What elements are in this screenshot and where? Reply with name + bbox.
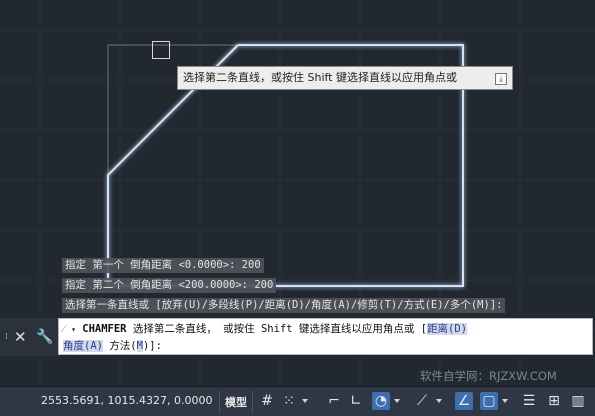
- close-icon[interactable]: ✕: [14, 328, 27, 346]
- grip-icon[interactable]: ⁞: [5, 332, 8, 342]
- osnap-icon[interactable]: ▢: [480, 392, 498, 410]
- dropdown-icon[interactable]: ▾: [71, 325, 76, 334]
- annotation-icon[interactable]: ⊞: [545, 392, 563, 410]
- command-prompt: 选择第二条直线， 或按住 Shift 键选择直线以应用角点或 [: [132, 323, 428, 335]
- expand-arrow-icon[interactable]: ⤓: [495, 73, 507, 85]
- watermark: 软件自学网：RJZXW.COM: [420, 369, 557, 383]
- polar-dropdown-icon[interactable]: [394, 399, 400, 403]
- option-angle[interactable]: 角度(A): [63, 340, 103, 352]
- command-row-1: ⁄ ▾ CHAMFER 选择第二条直线， 或按住 Shift 键选择直线以应用角…: [63, 321, 468, 336]
- option-method[interactable]: 方法(M)]:: [109, 340, 162, 352]
- wrench-icon[interactable]: 🔧: [36, 329, 53, 345]
- pickbox-cursor: [152, 41, 170, 59]
- osnap-dropdown-icon[interactable]: [502, 399, 508, 403]
- grid-icon[interactable]: #: [258, 392, 276, 410]
- osnap-tracking-icon[interactable]: ∠: [455, 392, 473, 410]
- history-line-2: 指定 第二个 倒角距离 <200.0000>: 200: [62, 278, 277, 293]
- snap-dropdown-icon[interactable]: [302, 399, 308, 403]
- divider: [219, 391, 220, 413]
- command-line-controls: ⁞ ✕ 🔧: [0, 318, 58, 356]
- model-tab[interactable]: 模型: [225, 394, 247, 410]
- command-input[interactable]: ⁄ ▾ CHAMFER 选择第二条直线， 或按住 Shift 键选择直线以应用角…: [58, 318, 593, 355]
- option-method-pre: 方法(: [109, 340, 137, 352]
- option-method-post: )]:: [142, 340, 162, 352]
- history-line-1: 指定 第一个 倒角距离 <0.0000>: 200: [62, 258, 264, 273]
- command-tooltip: 选择第二条直线，或按住 Shift 键选择直线以应用角点或 ⤓: [177, 66, 513, 90]
- command-name: CHAMFER: [82, 323, 127, 335]
- coordinate-readout[interactable]: 2553.5691, 1015.4327, 0.0000: [41, 394, 212, 407]
- history-line-3: 选择第一条直线或 [放弃(U)/多段线(P)/距离(D)/角度(A)/修剪(T)…: [62, 298, 506, 313]
- infer-icon[interactable]: ⌐: [325, 392, 343, 410]
- divider: [252, 391, 253, 413]
- status-bar: 2553.5691, 1015.4327, 0.0000 模型 # ⁙ ⌐ ∟ …: [0, 386, 595, 416]
- tooltip-text: 选择第二条直线，或按住 Shift 键选择直线以应用角点或: [183, 71, 457, 84]
- drawing-canvas[interactable]: 选择第二条直线，或按住 Shift 键选择直线以应用角点或 ⤓ 指定 第一个 倒…: [0, 0, 595, 386]
- polar-icon[interactable]: ◔: [372, 392, 390, 410]
- lineweight-icon[interactable]: ☰: [520, 392, 538, 410]
- isodraft-dropdown-icon[interactable]: [436, 399, 442, 403]
- snap-icon[interactable]: ⁙: [280, 392, 298, 410]
- monitor-icon[interactable]: ▥: [569, 392, 587, 410]
- ortho-icon[interactable]: ∟: [347, 392, 365, 410]
- isodraft-icon[interactable]: ⟋: [413, 392, 431, 410]
- option-distance[interactable]: 距离(D): [427, 323, 468, 335]
- command-row-2: 角度(A) 方法(M)]:: [63, 338, 162, 353]
- command-icon: ⁄: [63, 323, 65, 335]
- command-line: ⁞ ✕ 🔧 ⁄ ▾ CHAMFER 选择第二条直线， 或按住 Shift 键选择…: [0, 318, 595, 356]
